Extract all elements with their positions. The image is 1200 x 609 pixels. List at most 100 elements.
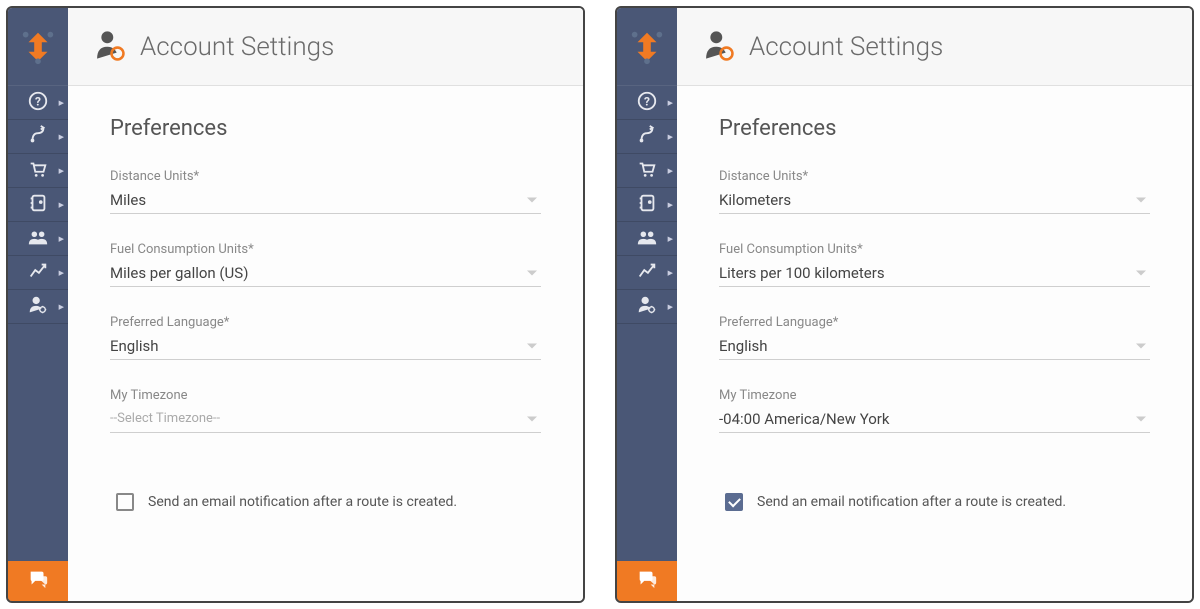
sidebar-item-help[interactable]: ?▶ (617, 86, 677, 120)
select-value: Liters per 100 kilometers (719, 264, 885, 282)
content-area: Account Settings Preferences Distance Un… (68, 8, 583, 601)
sidebar-nav: ?▶ ▶ ▶ ▶ ▶ ▶ ▶ (8, 86, 68, 561)
chevron-right-icon: ▶ (668, 99, 673, 107)
sidebar-item-orders[interactable]: ▶ (8, 154, 68, 188)
field-label: My Timezone (110, 388, 541, 403)
account-settings-icon (92, 28, 126, 66)
field-fuel-units: Fuel Consumption Units* Liters per 100 k… (719, 242, 1150, 287)
settings-panel-left: ?▶ ▶ ▶ ▶ ▶ ▶ ▶ Account Settings Preferen… (6, 6, 585, 603)
sidebar-item-analytics[interactable]: ▶ (617, 256, 677, 290)
sidebar: ?▶ ▶ ▶ ▶ ▶ ▶ ▶ (617, 8, 677, 601)
chevron-down-icon (1136, 197, 1146, 202)
field-label: Preferred Language* (719, 315, 1150, 330)
field-timezone: My Timezone -04:00 America/New York (719, 388, 1150, 433)
sidebar-item-analytics[interactable]: ▶ (8, 256, 68, 290)
field-distance-units: Distance Units* Miles (110, 169, 541, 214)
chevron-right-icon: ▶ (59, 133, 64, 141)
analytics-icon (27, 260, 49, 286)
sidebar-item-chat[interactable] (617, 561, 677, 601)
sidebar: ?▶ ▶ ▶ ▶ ▶ ▶ ▶ (8, 8, 68, 601)
sidebar-item-account[interactable]: ▶ (8, 290, 68, 324)
account-gear-icon (636, 294, 658, 320)
field-timezone: My Timezone --Select Timezone-- (110, 388, 541, 433)
email-notify-checkbox[interactable] (725, 493, 743, 511)
chat-icon (27, 568, 49, 594)
checkbox-label: Send an email notification after a route… (757, 494, 1066, 510)
field-label: Distance Units* (110, 169, 541, 184)
email-notify-row: Send an email notification after a route… (719, 493, 1150, 511)
sidebar-item-address-book[interactable]: ▶ (617, 188, 677, 222)
cart-icon (27, 158, 49, 184)
chevron-right-icon: ▶ (59, 201, 64, 209)
language-select[interactable]: English (110, 332, 541, 360)
field-label: My Timezone (719, 388, 1150, 403)
account-settings-icon (701, 28, 735, 66)
sidebar-item-orders[interactable]: ▶ (617, 154, 677, 188)
fuel-units-select[interactable]: Liters per 100 kilometers (719, 259, 1150, 287)
settings-panel-right: ?▶ ▶ ▶ ▶ ▶ ▶ ▶ Account Settings Preferen… (615, 6, 1194, 603)
analytics-icon (636, 260, 658, 286)
help-icon: ? (27, 90, 49, 116)
sidebar-item-account[interactable]: ▶ (617, 290, 677, 324)
select-value: English (110, 337, 159, 355)
chevron-down-icon (527, 270, 537, 275)
chevron-right-icon: ▶ (59, 269, 64, 277)
chevron-down-icon (527, 343, 537, 348)
chevron-down-icon (527, 416, 537, 421)
preferences-form: Preferences Distance Units* Kilometers F… (677, 86, 1192, 601)
sidebar-item-team[interactable]: ▶ (8, 222, 68, 256)
chevron-right-icon: ▶ (668, 201, 673, 209)
distance-units-select[interactable]: Miles (110, 186, 541, 214)
sidebar-item-team[interactable]: ▶ (617, 222, 677, 256)
help-icon: ? (636, 90, 658, 116)
address-book-icon (636, 192, 658, 218)
chevron-right-icon: ▶ (59, 235, 64, 243)
account-gear-icon (27, 294, 49, 320)
select-value: --Select Timezone-- (110, 411, 220, 426)
select-value: Miles per gallon (US) (110, 264, 248, 282)
chevron-right-icon: ▶ (59, 99, 64, 107)
chevron-right-icon: ▶ (668, 269, 673, 277)
chevron-right-icon: ▶ (668, 167, 673, 175)
select-value: English (719, 337, 768, 355)
field-label: Preferred Language* (110, 315, 541, 330)
select-value: Miles (110, 191, 146, 209)
field-distance-units: Distance Units* Kilometers (719, 169, 1150, 214)
routes-icon (27, 124, 49, 150)
language-select[interactable]: English (719, 332, 1150, 360)
team-icon (636, 226, 658, 252)
field-language: Preferred Language* English (110, 315, 541, 360)
app-logo[interactable] (8, 8, 68, 86)
sidebar-item-help[interactable]: ?▶ (8, 86, 68, 120)
sidebar-item-chat[interactable] (8, 561, 68, 601)
timezone-select[interactable]: --Select Timezone-- (110, 405, 541, 433)
sidebar-item-routes[interactable]: ▶ (617, 120, 677, 154)
app-logo[interactable] (617, 8, 677, 86)
chevron-right-icon: ▶ (668, 303, 673, 311)
field-label: Fuel Consumption Units* (110, 242, 541, 257)
field-label: Distance Units* (719, 169, 1150, 184)
chevron-down-icon (1136, 270, 1146, 275)
section-title: Preferences (719, 116, 1150, 141)
section-title: Preferences (110, 116, 541, 141)
sidebar-item-address-book[interactable]: ▶ (8, 188, 68, 222)
field-language: Preferred Language* English (719, 315, 1150, 360)
select-value: Kilometers (719, 191, 791, 209)
sidebar-nav: ?▶ ▶ ▶ ▶ ▶ ▶ ▶ (617, 86, 677, 561)
team-icon (27, 226, 49, 252)
select-value: -04:00 America/New York (719, 410, 889, 428)
fuel-units-select[interactable]: Miles per gallon (US) (110, 259, 541, 287)
sidebar-item-routes[interactable]: ▶ (8, 120, 68, 154)
timezone-select[interactable]: -04:00 America/New York (719, 405, 1150, 433)
chat-icon (636, 568, 658, 594)
email-notify-checkbox[interactable] (116, 493, 134, 511)
page-title: Account Settings (749, 32, 943, 62)
chevron-right-icon: ▶ (668, 133, 673, 141)
checkbox-label: Send an email notification after a route… (148, 494, 457, 510)
chevron-right-icon: ▶ (668, 235, 673, 243)
page-header: Account Settings (677, 8, 1192, 86)
address-book-icon (27, 192, 49, 218)
distance-units-select[interactable]: Kilometers (719, 186, 1150, 214)
chevron-down-icon (1136, 343, 1146, 348)
page-header: Account Settings (68, 8, 583, 86)
